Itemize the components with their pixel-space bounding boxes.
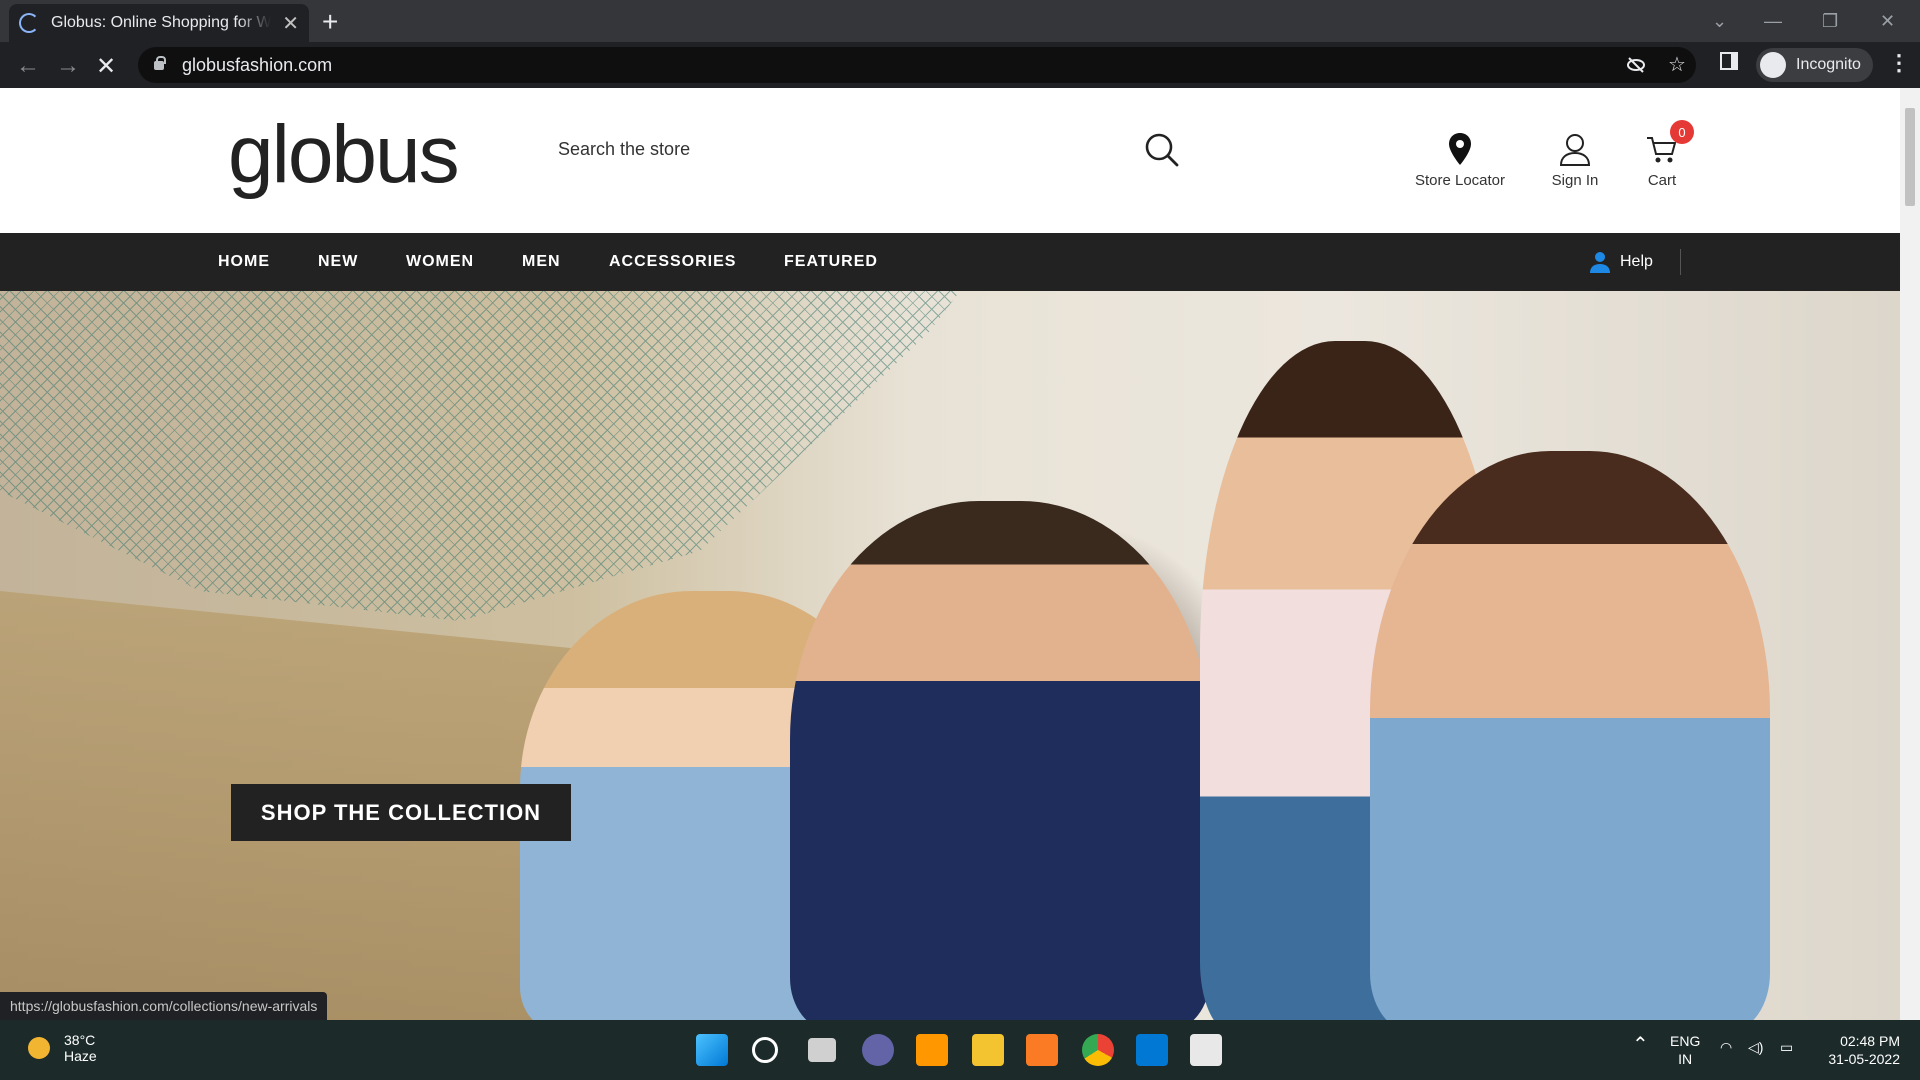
nav-accessories[interactable]: ACCESSORIES	[609, 233, 736, 291]
temperature: 38°C	[64, 1032, 96, 1048]
chrome-icon[interactable]	[1082, 1034, 1114, 1066]
scrollbar-thumb[interactable]	[1905, 108, 1915, 206]
tracking-protection-icon[interactable]	[1626, 56, 1646, 74]
battery-icon[interactable]: ▭	[1780, 1038, 1793, 1056]
nav-divider	[1680, 249, 1681, 275]
side-panel-icon[interactable]	[1720, 52, 1738, 70]
browser-toolbar: ← → ✕ globusfashion.com ☆ Incognito ⋮	[0, 42, 1920, 88]
back-button[interactable]: ←	[16, 52, 40, 80]
nav-women[interactable]: WOMEN	[406, 233, 474, 291]
region-code: IN	[1678, 1051, 1693, 1067]
clock[interactable]: 02:48 PM 31-05-2022	[1818, 1032, 1900, 1068]
sign-in-button[interactable]: Sign In	[1540, 132, 1610, 189]
address-bar[interactable]: globusfashion.com ☆	[138, 47, 1696, 83]
browser-menu-icon[interactable]: ⋮	[1888, 50, 1910, 76]
help-link[interactable]: Help	[1590, 251, 1653, 273]
model-man-center	[790, 501, 1210, 1020]
site-header: globus Search the store Store Locator Si…	[0, 88, 1900, 233]
url-text: globusfashion.com	[182, 54, 333, 75]
restore-button[interactable]: ❐	[1822, 0, 1838, 42]
close-window-button[interactable]: ✕	[1880, 0, 1895, 42]
tab-search-icon[interactable]: ⌄	[1712, 0, 1727, 42]
vscode-icon[interactable]	[1136, 1034, 1168, 1066]
search-bar[interactable]: Search the store	[540, 128, 1180, 170]
browser-tab-strip: Globus: Online Shopping for Wo ✕ + ⌄ — ❐…	[0, 0, 1920, 42]
help-person-icon	[1590, 252, 1610, 273]
site-logo[interactable]: globus	[228, 108, 460, 202]
shop-collection-button[interactable]: SHOP THE COLLECTION	[231, 784, 571, 841]
sublime-text-icon[interactable]	[916, 1034, 948, 1066]
fishing-net-graphic	[0, 291, 960, 621]
browser-tab[interactable]: Globus: Online Shopping for Wo ✕	[9, 4, 309, 42]
wifi-icon[interactable]: ◠	[1720, 1038, 1732, 1056]
tab-title: Globus: Online Shopping for Wo	[51, 14, 271, 31]
volume-icon[interactable]: ◁)	[1748, 1038, 1763, 1056]
search-taskbar-icon[interactable]	[752, 1037, 778, 1063]
start-button[interactable]	[696, 1034, 728, 1066]
loading-spinner-icon	[19, 13, 39, 33]
teams-icon[interactable]	[862, 1034, 894, 1066]
store-locator-label: Store Locator	[1414, 172, 1506, 189]
user-icon	[1559, 134, 1591, 166]
nav-featured[interactable]: FEATURED	[784, 233, 878, 291]
incognito-icon	[1760, 52, 1786, 78]
language-code: ENG	[1670, 1033, 1701, 1049]
store-locator-button[interactable]: Store Locator	[1410, 132, 1510, 189]
snipping-tool-icon[interactable]	[1190, 1034, 1222, 1066]
stop-loading-button[interactable]: ✕	[96, 52, 116, 81]
page-scrollbar[interactable]	[1900, 88, 1920, 1020]
search-input[interactable]: Search the store	[540, 139, 690, 160]
close-tab-icon[interactable]: ✕	[282, 11, 299, 36]
file-explorer-icon[interactable]	[972, 1034, 1004, 1066]
model-woman-right	[1370, 451, 1770, 1020]
weather-condition: Haze	[64, 1048, 97, 1064]
task-view-icon[interactable]	[808, 1038, 836, 1062]
weather-widget[interactable]: 38°C Haze	[28, 1032, 97, 1064]
bookmark-star-icon[interactable]: ☆	[1668, 52, 1686, 77]
xampp-icon[interactable]	[1026, 1034, 1058, 1066]
profile-label: Incognito	[1796, 56, 1861, 73]
cart-button[interactable]: 0 Cart	[1640, 120, 1694, 189]
cart-count-badge: 0	[1670, 120, 1694, 144]
main-nav: HOME NEW WOMEN MEN ACCESSORIES FEATURED …	[0, 233, 1900, 291]
show-hidden-icons-icon[interactable]: ⌃	[1632, 1035, 1649, 1055]
cart-label: Cart	[1647, 172, 1677, 189]
windows-taskbar: 38°C Haze ⌃ ENG IN ◠ ◁) ▭ 02:48 PM 31-05…	[0, 1020, 1920, 1080]
hero-banner[interactable]: SHOP THE COLLECTION https://globusfashio…	[0, 291, 1900, 1020]
search-icon[interactable]	[1142, 130, 1182, 170]
sun-icon	[28, 1037, 50, 1059]
profile-button[interactable]: Incognito	[1756, 48, 1873, 82]
language-indicator[interactable]: ENG IN	[1670, 1032, 1700, 1068]
clock-date: 31-05-2022	[1828, 1051, 1900, 1067]
nav-home[interactable]: HOME	[218, 233, 270, 291]
nav-new[interactable]: NEW	[318, 233, 358, 291]
clock-time: 02:48 PM	[1840, 1033, 1900, 1049]
minimize-button[interactable]: —	[1764, 0, 1782, 42]
help-label: Help	[1620, 253, 1653, 270]
link-status-url: https://globusfashion.com/collections/ne…	[0, 992, 328, 1020]
new-tab-button[interactable]: +	[322, 6, 338, 38]
nav-men[interactable]: MEN	[522, 233, 561, 291]
sign-in-label: Sign In	[1551, 172, 1599, 189]
lock-icon[interactable]	[154, 55, 166, 70]
forward-button[interactable]: →	[56, 52, 80, 80]
map-pin-icon	[1449, 133, 1471, 165]
